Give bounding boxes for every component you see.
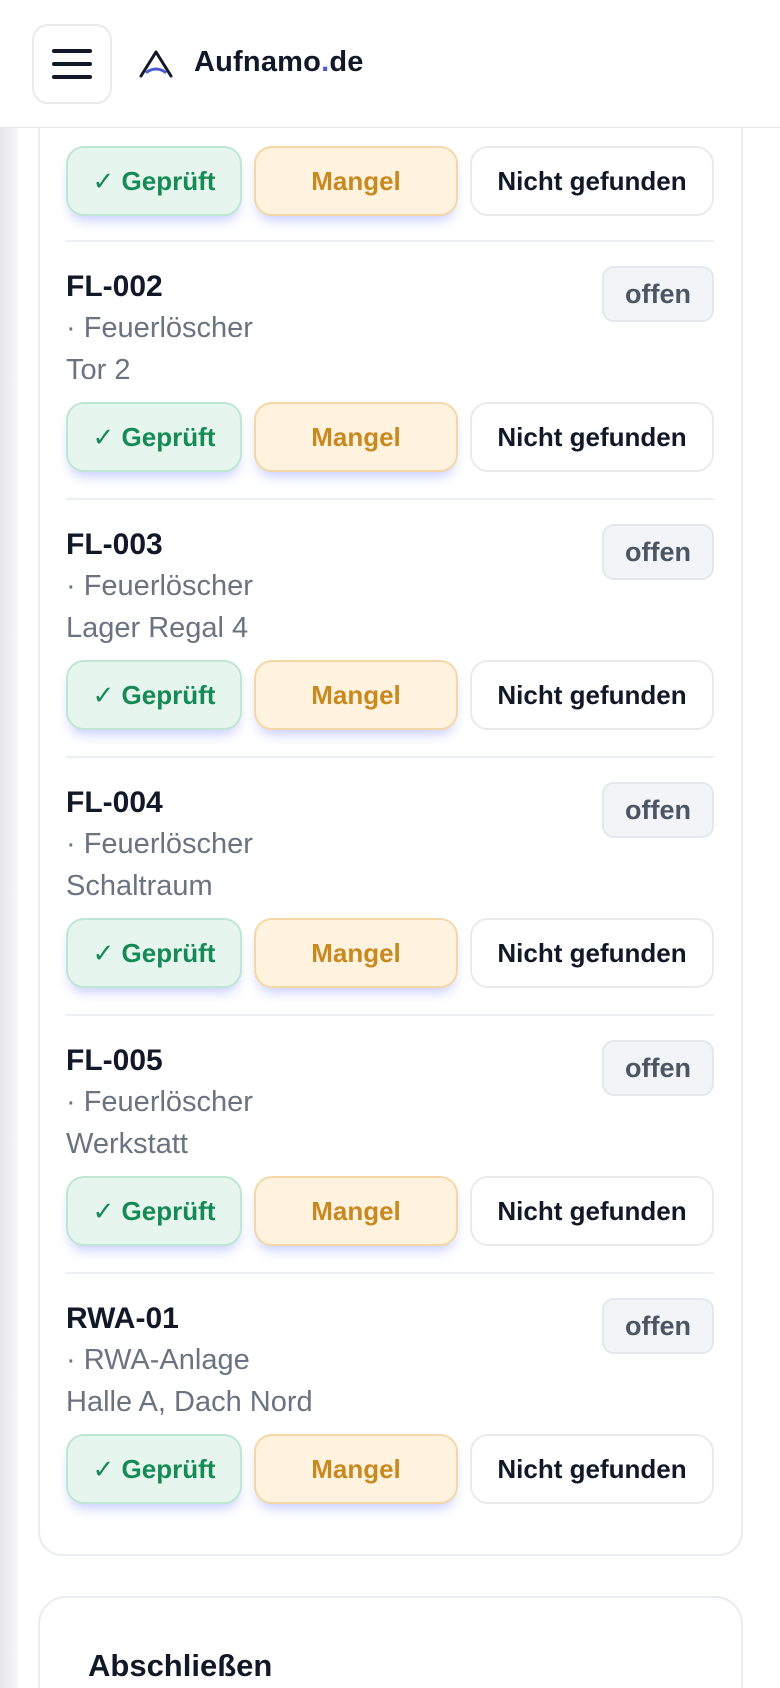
hamburger-menu-button[interactable] xyxy=(32,24,112,104)
checked-button[interactable]: ✓ Geprüft xyxy=(66,1434,242,1504)
item-type: · Feuerlöscher xyxy=(66,570,253,602)
item-type: · Feuerlöscher xyxy=(66,312,253,344)
item-code: FL-002 xyxy=(66,270,163,303)
item-type: · RWA-Anlage xyxy=(66,1344,250,1376)
not-found-button[interactable]: Nicht gefunden xyxy=(470,660,714,730)
item-actions: ✓ Geprüft Mangel Nicht gefunden xyxy=(66,146,714,216)
list-item: FL-005 · Feuerlöscher Werkstatt offen ✓ … xyxy=(66,1014,714,1272)
defect-button[interactable]: Mangel xyxy=(254,918,458,988)
list-item: FL-002 · Feuerlöscher Tor 2 offen ✓ Gepr… xyxy=(66,240,714,498)
hamburger-menu-icon xyxy=(52,49,92,53)
item-type: · Feuerlöscher xyxy=(66,828,253,860)
status-badge: offen xyxy=(602,524,714,580)
checked-button[interactable]: ✓ Geprüft xyxy=(66,660,242,730)
aufnamo-logo-icon xyxy=(139,50,173,78)
left-edge-shadow xyxy=(0,0,18,1688)
list-item: FL-004 · Feuerlöscher Schaltraum offen ✓… xyxy=(66,756,714,1014)
finish-card: Abschließen xyxy=(38,1596,743,1688)
status-badge: offen xyxy=(602,1040,714,1096)
item-location: Lager Regal 4 xyxy=(66,612,249,644)
list-item: FL-003 · Feuerlöscher Lager Regal 4 offe… xyxy=(66,498,714,756)
item-code: RWA-01 xyxy=(66,1302,179,1335)
checked-button[interactable]: ✓ Geprüft xyxy=(66,1176,242,1246)
defect-button[interactable]: Mangel xyxy=(254,146,458,216)
not-found-button[interactable]: Nicht gefunden xyxy=(470,402,714,472)
not-found-button[interactable]: Nicht gefunden xyxy=(470,146,714,216)
defect-button[interactable]: Mangel xyxy=(254,1176,458,1246)
item-actions: ✓ Geprüft Mangel Nicht gefunden xyxy=(66,660,714,730)
item-location: Schaltraum xyxy=(66,870,213,902)
brand-name[interactable]: Aufnamo.de xyxy=(194,46,364,79)
list-item: RWA-01 · RWA-Anlage Halle A, Dach Nord o… xyxy=(66,1272,714,1530)
list-item-partial: ✓ Geprüft Mangel Nicht gefunden xyxy=(66,142,714,240)
defect-button[interactable]: Mangel xyxy=(254,1434,458,1504)
defect-button[interactable]: Mangel xyxy=(254,402,458,472)
not-found-button[interactable]: Nicht gefunden xyxy=(470,1176,714,1246)
item-actions: ✓ Geprüft Mangel Nicht gefunden xyxy=(66,402,714,472)
item-actions: ✓ Geprüft Mangel Nicht gefunden xyxy=(66,1434,714,1504)
top-bar: Aufnamo.de xyxy=(0,0,780,128)
item-code: FL-005 xyxy=(66,1044,163,1077)
item-location: Tor 2 xyxy=(66,354,131,386)
item-location: Halle A, Dach Nord xyxy=(66,1386,313,1418)
item-actions: ✓ Geprüft Mangel Nicht gefunden xyxy=(66,1176,714,1246)
checked-button[interactable]: ✓ Geprüft xyxy=(66,918,242,988)
finish-title: Abschließen xyxy=(88,1648,273,1683)
item-type: · Feuerlöscher xyxy=(66,1086,253,1118)
checked-button[interactable]: ✓ Geprüft xyxy=(66,402,242,472)
item-code: FL-003 xyxy=(66,528,163,561)
item-code: FL-004 xyxy=(66,786,163,819)
status-badge: offen xyxy=(602,1298,714,1354)
item-location: Werkstatt xyxy=(66,1128,188,1160)
item-actions: ✓ Geprüft Mangel Nicht gefunden xyxy=(66,918,714,988)
not-found-button[interactable]: Nicht gefunden xyxy=(470,918,714,988)
checked-button[interactable]: ✓ Geprüft xyxy=(66,146,242,216)
not-found-button[interactable]: Nicht gefunden xyxy=(470,1434,714,1504)
inspection-list: ✓ Geprüft Mangel Nicht gefunden FL-002 ·… xyxy=(66,142,714,1530)
defect-button[interactable]: Mangel xyxy=(254,660,458,730)
status-badge: offen xyxy=(602,782,714,838)
status-badge: offen xyxy=(602,266,714,322)
